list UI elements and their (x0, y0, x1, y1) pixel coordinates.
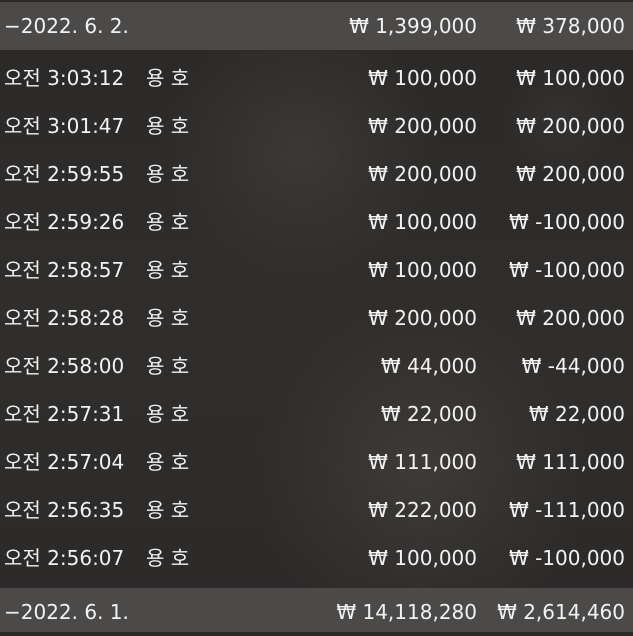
transaction-time: 오전 2:58:28 (4, 306, 125, 330)
transaction-name: 용 호 (146, 546, 190, 570)
transaction-amount: ₩ 222,000 (368, 498, 477, 522)
transaction-amount: ₩ 200,000 (368, 162, 477, 186)
transaction-time: 오전 2:59:55 (4, 162, 125, 186)
transaction-name: 용 호 (146, 162, 190, 186)
group-balance-total: ₩ 378,000 (516, 14, 625, 38)
transaction-time: 오전 2:57:31 (4, 402, 125, 426)
transaction-time: 오전 2:56:07 (4, 546, 125, 570)
transaction-amount: ₩ 100,000 (368, 210, 477, 234)
transaction-balance: ₩ -44,000 (521, 354, 625, 378)
transaction-time: 오전 2:56:35 (4, 498, 125, 522)
transaction-row[interactable]: 오전 2:59:55 용 호 ₩ 200,000 ₩ 200,000 (0, 150, 633, 198)
transaction-amount: ₩ 100,000 (368, 258, 477, 282)
transaction-balance: ₩ 111,000 (516, 450, 625, 474)
transaction-amount: ₩ 22,000 (380, 402, 477, 426)
transaction-name: 용 호 (146, 114, 190, 138)
transaction-name: 용 호 (146, 402, 190, 426)
transaction-balance: ₩ -100,000 (508, 258, 625, 282)
transaction-balance: ₩ -100,000 (508, 546, 625, 570)
transaction-balance: ₩ 200,000 (516, 306, 625, 330)
transaction-row[interactable]: 오전 3:01:47 용 호 ₩ 200,000 ₩ 200,000 (0, 102, 633, 150)
transaction-list: −2022. 6. 2. ₩ 1,399,000 ₩ 378,000 오전 3:… (0, 0, 633, 632)
group-date: −2022. 6. 1. (4, 600, 129, 624)
transaction-row[interactable]: 오전 2:58:28 용 호 ₩ 200,000 ₩ 200,000 (0, 294, 633, 342)
transaction-time: 오전 2:59:26 (4, 210, 125, 234)
transaction-balance: ₩ 200,000 (516, 162, 625, 186)
transaction-balance: ₩ -111,000 (508, 498, 625, 522)
date-group-header[interactable]: −2022. 6. 2. ₩ 1,399,000 ₩ 378,000 (0, 2, 633, 50)
transaction-time: 오전 2:57:04 (4, 450, 125, 474)
transaction-row[interactable]: 오전 3:03:12 용 호 ₩ 100,000 ₩ 100,000 (0, 54, 633, 102)
transaction-amount: ₩ 200,000 (368, 306, 477, 330)
transaction-time: 오전 2:58:00 (4, 354, 125, 378)
transaction-name: 용 호 (146, 258, 190, 282)
transaction-name: 용 호 (146, 210, 190, 234)
transaction-time: 오전 3:01:47 (4, 114, 125, 138)
transaction-row[interactable]: 오전 2:57:31 용 호 ₩ 22,000 ₩ 22,000 (0, 390, 633, 438)
group-amount-total: ₩ 14,118,280 (336, 600, 477, 624)
transaction-name: 용 호 (146, 498, 190, 522)
transaction-name: 용 호 (146, 306, 190, 330)
transaction-balance: ₩ -100,000 (508, 210, 625, 234)
group-amount-total: ₩ 1,399,000 (349, 14, 477, 38)
transaction-row[interactable]: 오전 2:58:57 용 호 ₩ 100,000 ₩ -100,000 (0, 246, 633, 294)
transaction-row[interactable]: 오전 2:59:26 용 호 ₩ 100,000 ₩ -100,000 (0, 198, 633, 246)
transaction-row[interactable]: 오전 2:56:35 용 호 ₩ 222,000 ₩ -111,000 (0, 486, 633, 534)
group-balance-total: ₩ 2,614,460 (497, 600, 625, 624)
transaction-balance: ₩ 200,000 (516, 114, 625, 138)
transaction-name: 용 호 (146, 66, 190, 90)
group-date: −2022. 6. 2. (4, 14, 129, 38)
transaction-balance: ₩ 22,000 (528, 402, 625, 426)
date-group-header[interactable]: −2022. 6. 1. ₩ 14,118,280 ₩ 2,614,460 (0, 588, 633, 632)
transaction-amount: ₩ 200,000 (368, 114, 477, 138)
transaction-amount: ₩ 100,000 (368, 66, 477, 90)
transaction-name: 용 호 (146, 450, 190, 474)
transaction-amount: ₩ 100,000 (368, 546, 477, 570)
transaction-row[interactable]: 오전 2:58:00 용 호 ₩ 44,000 ₩ -44,000 (0, 342, 633, 390)
transaction-amount: ₩ 111,000 (368, 450, 477, 474)
transaction-balance: ₩ 100,000 (516, 66, 625, 90)
transaction-time: 오전 2:58:57 (4, 258, 125, 282)
transaction-amount: ₩ 44,000 (380, 354, 477, 378)
transaction-name: 용 호 (146, 354, 190, 378)
transaction-time: 오전 3:03:12 (4, 66, 125, 90)
transaction-row[interactable]: 오전 2:56:07 용 호 ₩ 100,000 ₩ -100,000 (0, 534, 633, 582)
transaction-row[interactable]: 오전 2:57:04 용 호 ₩ 111,000 ₩ 111,000 (0, 438, 633, 486)
